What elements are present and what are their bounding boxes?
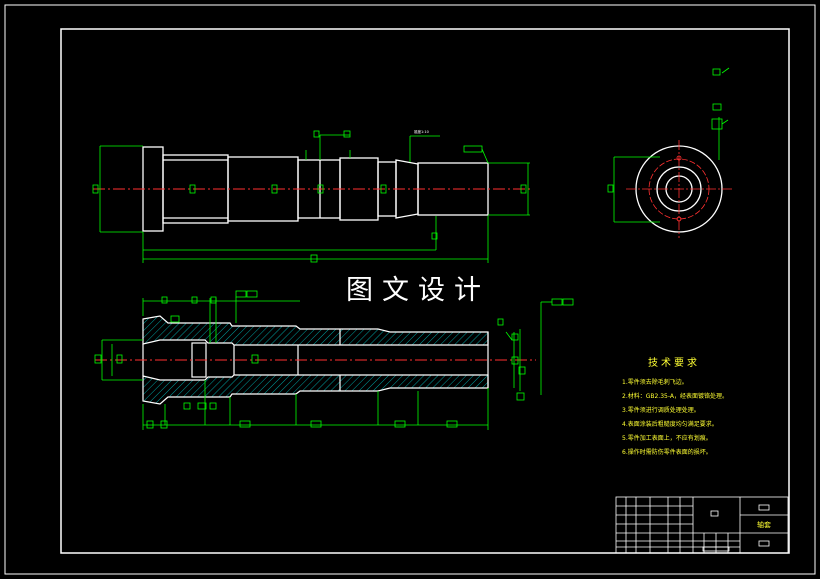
top-dim-note: 锥度1:10 — [414, 129, 429, 134]
technical-requirements-list: 1.零件须去除毛刺飞边。 2.材料：GB2.35-A，经表面镀铬处理。 3.零件… — [622, 376, 728, 460]
requirement-item: 5.零件加工表面上，不应有划痕。 — [622, 435, 712, 442]
shaft-end-view — [626, 140, 733, 238]
requirement-item: 4.表面涂装后粗糙度均匀满足要求。 — [622, 421, 718, 428]
requirement-item: 6.操作时需防伤零件表面的损坏。 — [622, 449, 712, 456]
part-name: 轴套 — [757, 521, 771, 529]
technical-requirements-title: 技术要求 — [648, 358, 700, 369]
requirement-item: 3.零件须进行调质处理处理。 — [622, 407, 700, 414]
top-dimensions — [92, 130, 530, 263]
requirement-item: 1.零件须去除毛刺飞边。 — [622, 379, 688, 386]
watermark: 图文设计 — [339, 274, 497, 308]
requirement-item: 2.材料：GB2.35-A，经表面镀铬处理。 — [622, 393, 728, 400]
end-view-dimensions — [607, 67, 730, 223]
